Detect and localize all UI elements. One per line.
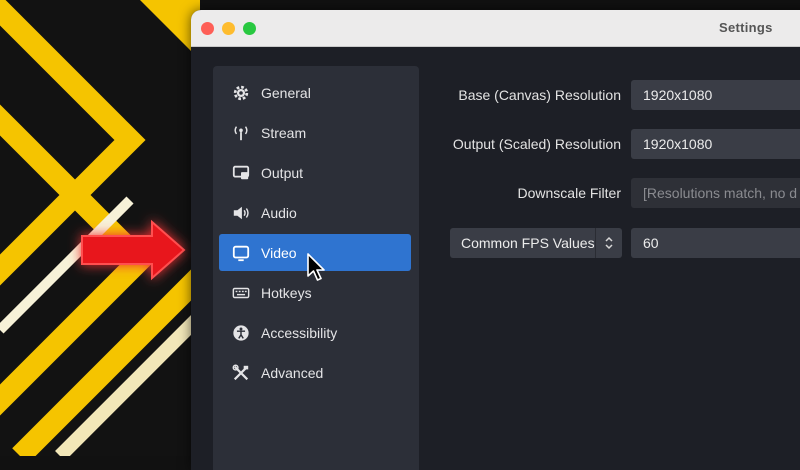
downscale-filter-select[interactable]: [Resolutions match, no d — [631, 178, 800, 208]
sidebar-item-label: Accessibility — [261, 324, 338, 341]
sidebar-item-label: Output — [261, 164, 304, 181]
close-window-button[interactable] — [201, 22, 214, 35]
sidebar-item-audio[interactable]: Audio — [219, 194, 411, 231]
output-resolution-field[interactable]: 1920x1080 — [631, 129, 800, 159]
settings-window: Settings General Stream Output Audio Vid… — [191, 10, 800, 470]
accessibility-icon — [231, 323, 251, 343]
sidebar-item-label: Advanced — [261, 364, 324, 381]
speaker-icon — [231, 203, 251, 223]
output-resolution-label: Output (Scaled) Resolution — [452, 136, 621, 152]
sidebar-item-label: Audio — [261, 204, 297, 221]
output-icon — [231, 163, 251, 183]
gear-icon — [231, 83, 251, 103]
sidebar-item-output[interactable]: Output — [219, 154, 411, 191]
title-bar: Settings — [191, 10, 800, 47]
sidebar-item-label: Hotkeys — [261, 284, 312, 301]
fps-type-label: Common FPS Values — [461, 235, 595, 251]
sidebar-item-advanced[interactable]: Advanced — [219, 354, 411, 391]
fps-type-select[interactable]: Common FPS Values — [450, 228, 622, 258]
fps-value-field[interactable]: 60 — [631, 228, 800, 258]
window-title: Settings — [719, 20, 773, 35]
sidebar-item-label: Video — [261, 244, 297, 261]
sidebar-item-accessibility[interactable]: Accessibility — [219, 314, 411, 351]
zoom-window-button[interactable] — [243, 22, 256, 35]
sidebar-item-label: Stream — [261, 124, 307, 141]
base-resolution-field[interactable]: 1920x1080 — [631, 80, 800, 110]
sidebar-item-stream[interactable]: Stream — [219, 114, 411, 151]
minimize-window-button[interactable] — [222, 22, 235, 35]
sidebar-item-label: General — [261, 84, 311, 101]
monitor-icon — [231, 243, 251, 263]
downscale-filter-label: Downscale Filter — [517, 185, 621, 201]
mouse-cursor-icon — [307, 253, 325, 281]
sidebar-item-general[interactable]: General — [219, 74, 411, 111]
base-resolution-label: Base (Canvas) Resolution — [458, 87, 621, 103]
antenna-icon — [231, 123, 251, 143]
keyboard-icon — [231, 283, 251, 303]
updown-chevron-icon — [595, 228, 622, 258]
tools-icon — [231, 363, 251, 383]
video-settings-panel: Base (Canvas) Resolution 1920x1080 Outpu… — [419, 46, 800, 470]
